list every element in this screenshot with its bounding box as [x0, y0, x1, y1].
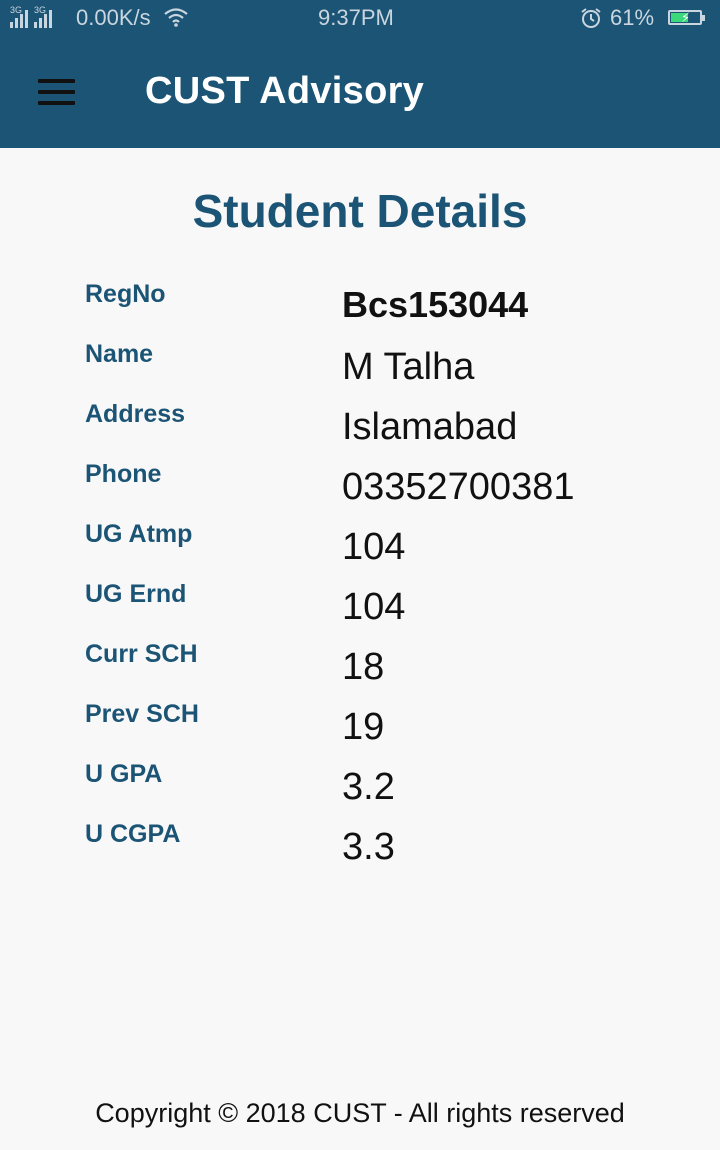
- detail-value: 104: [342, 586, 406, 628]
- clock-time: 9:37PM: [318, 5, 394, 30]
- signal-strength-icon: 3G: [34, 6, 52, 28]
- signal-type-label: 3G: [10, 5, 23, 15]
- signal-strength-icon: 3G: [10, 6, 28, 28]
- detail-value: 3.2: [342, 766, 395, 808]
- page-title: Student Details: [192, 185, 528, 237]
- detail-row-prev-sch: Prev SCH 19: [0, 700, 720, 760]
- app-title: CUST Advisory: [145, 70, 425, 112]
- detail-row-u-cgpa: U CGPA 3.3: [0, 820, 720, 880]
- detail-value: 18: [342, 646, 385, 688]
- hamburger-menu-icon[interactable]: [30, 72, 82, 112]
- detail-value: 03352700381: [342, 466, 575, 508]
- detail-value: 104: [342, 526, 406, 568]
- network-speed: 0.00K/s: [76, 5, 151, 30]
- status-bar: 3G 3G 0.00K/s 9:37PM 61% ⚡: [0, 0, 720, 38]
- detail-row-curr-sch: Curr SCH 18: [0, 640, 720, 700]
- detail-label: Address: [85, 400, 186, 428]
- detail-label: RegNo: [85, 280, 166, 308]
- battery-percent: 61%: [610, 5, 655, 30]
- detail-label: U CGPA: [85, 820, 181, 848]
- app-header: 3G 3G 0.00K/s 9:37PM 61% ⚡ CUST Advisory: [0, 0, 720, 148]
- detail-row-phone: Phone 03352700381: [0, 460, 720, 520]
- signal-indicators: 3G 3G: [10, 6, 52, 28]
- detail-value: 3.3: [342, 826, 395, 868]
- detail-row-ug-ernd: UG Ernd 104: [0, 580, 720, 640]
- detail-label: UG Atmp: [85, 520, 193, 548]
- footer-copyright: Copyright © 2018 CUST - All rights reser…: [95, 1098, 625, 1128]
- signal-type-label: 3G: [34, 5, 47, 15]
- detail-label: UG Ernd: [85, 580, 187, 608]
- detail-label: Phone: [85, 460, 162, 488]
- detail-value: Bcs153044: [342, 284, 529, 325]
- detail-label: Name: [85, 340, 154, 368]
- detail-label: Curr SCH: [85, 640, 198, 668]
- detail-value: M Talha: [342, 346, 475, 388]
- detail-row-u-gpa: U GPA 3.2: [0, 760, 720, 820]
- detail-row-name: Name M Talha: [0, 340, 720, 400]
- charging-bolt-icon: ⚡: [681, 10, 691, 25]
- detail-label: Prev SCH: [85, 700, 199, 728]
- detail-row-address: Address Islamabad: [0, 400, 720, 460]
- alarm-icon: [580, 7, 602, 35]
- battery-icon: ⚡: [668, 10, 705, 25]
- wifi-icon: [163, 6, 189, 34]
- detail-label: U GPA: [85, 760, 163, 788]
- detail-row-regno: RegNo Bcs153044: [0, 280, 720, 340]
- detail-row-ug-atmp: UG Atmp 104: [0, 520, 720, 580]
- detail-value: 19: [342, 706, 385, 748]
- detail-value: Islamabad: [342, 406, 518, 448]
